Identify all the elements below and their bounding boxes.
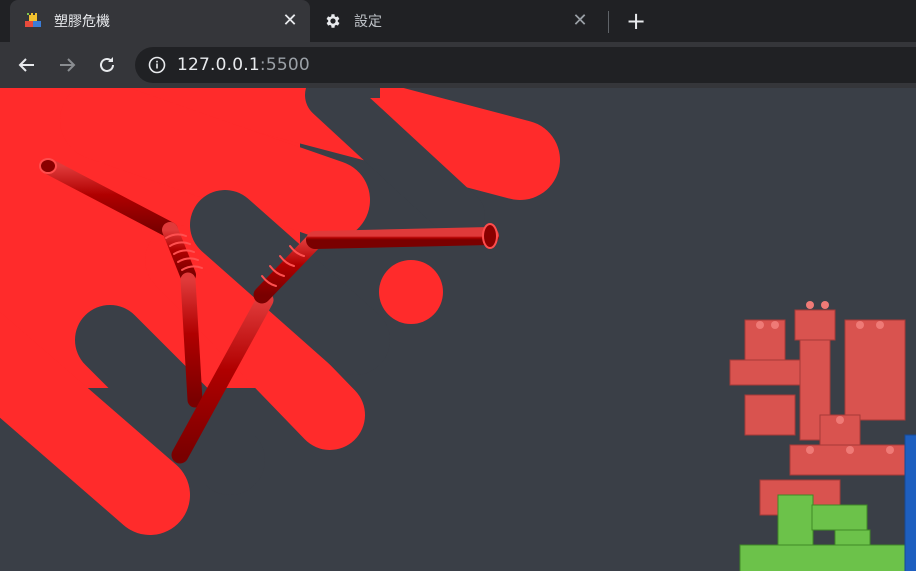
lego-blocks-icon [22, 10, 44, 32]
address-bar[interactable]: 127.0.0.1:5500 [135, 47, 916, 83]
toolbar: 127.0.0.1:5500 [0, 42, 916, 130]
tab-strip: 塑膠危機 ✕ 設定 ✕ + [0, 0, 916, 42]
tab-settings[interactable]: 設定 ✕ [310, 0, 600, 42]
back-button[interactable] [12, 50, 42, 80]
gear-icon [322, 10, 344, 32]
forward-button[interactable] [52, 50, 82, 80]
tab-title: 塑膠危機 [54, 14, 110, 30]
arrow-right-icon [60, 58, 76, 72]
tab-plastic-crisis[interactable]: 塑膠危機 ✕ [10, 0, 310, 42]
reload-icon [100, 57, 114, 72]
info-icon[interactable] [147, 55, 167, 75]
new-tab-button[interactable]: + [622, 7, 650, 35]
lego-block-characters [729, 301, 916, 571]
close-icon[interactable]: ✕ [570, 11, 590, 31]
url-host: 127.0.0.1 [177, 55, 260, 75]
url-port: :5500 [259, 55, 310, 75]
url-text: 127.0.0.1:5500 [177, 55, 310, 75]
close-icon[interactable]: ✕ [280, 11, 300, 31]
tab-separator [608, 11, 609, 33]
page-content [0, 88, 916, 571]
tab-title: 設定 [354, 14, 382, 30]
hero-illustration [0, 88, 916, 571]
arrow-left-icon [18, 58, 34, 72]
reload-button[interactable] [92, 50, 122, 80]
